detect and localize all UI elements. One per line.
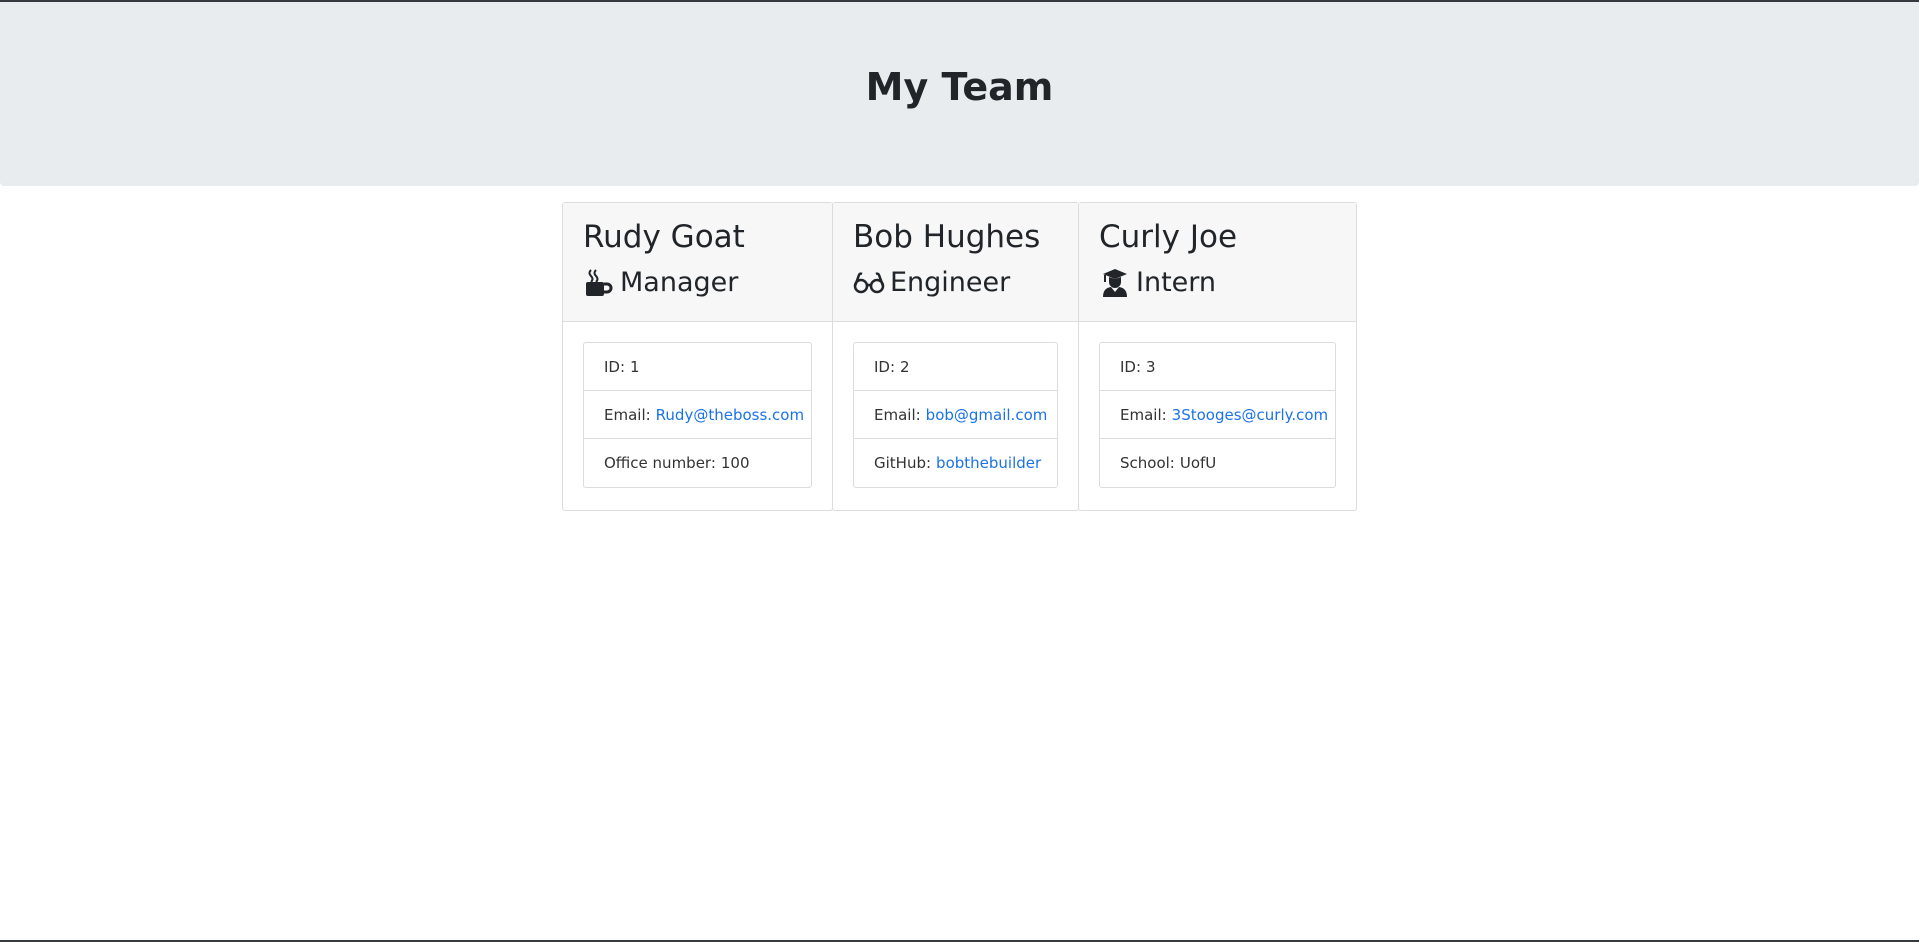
card-header: Curly Joe Intern [1079,203,1356,322]
graduate-icon [1099,268,1131,298]
coffee-icon [583,268,615,298]
email-label: Email: [1120,405,1167,424]
card-body: ID: 2 Email: bob@gmail.com GitHub: bobth… [833,322,1078,508]
employee-name: Bob Hughes [853,219,1041,255]
email-link[interactable]: Rudy@theboss.com [656,406,804,424]
office-label: Office number: [604,454,716,472]
email-label: Email: [604,405,651,424]
employee-name: Curly Joe [1099,219,1238,255]
card-header: Bob Hughes Engineer [833,203,1078,322]
list-item-office: Office number: 100 [584,439,811,487]
id-value: 1 [630,357,640,376]
office-value: 100 [720,454,750,472]
id-label: ID: [874,357,896,376]
email-label: Email: [874,405,921,424]
employee-role: Engineer [853,265,1058,301]
list-item-id: ID: 3 [1100,343,1335,391]
id-label: ID: [1120,357,1142,376]
list-item-id: ID: 2 [854,343,1057,391]
info-list: ID: 2 Email: bob@gmail.com GitHub: bobth… [853,342,1058,488]
card-body: ID: 1 Email: Rudy@theboss.com Office num… [563,322,832,508]
id-value: 3 [1146,357,1156,376]
school-value: UofU [1179,454,1217,472]
list-item-email: Email: bob@gmail.com [854,391,1057,439]
card-header: Rudy Goat Manager [563,203,832,322]
employee-card-manager: Rudy Goat Manager ID: 1 Email: Rudy@theb… [562,202,833,511]
info-list: ID: 1 Email: Rudy@theboss.com Office num… [583,342,812,488]
role-label: Intern [1136,267,1217,298]
id-label: ID: [604,357,626,376]
list-item-id: ID: 1 [584,343,811,391]
role-label: Engineer [890,267,1011,298]
school-label: School: [1120,454,1175,472]
list-item-email: Email: Rudy@theboss.com [584,391,811,439]
page-title: My Team [865,65,1054,109]
info-list: ID: 3 Email: 3Stooges@curly.com School: … [1099,342,1336,488]
list-item-email: Email: 3Stooges@curly.com [1100,391,1335,439]
github-link[interactable]: bobthebuilder [936,454,1041,472]
page-header: My Team [0,2,1919,186]
id-value: 2 [900,357,910,376]
list-item-school: School: UofU [1100,439,1335,487]
github-label: GitHub: [874,454,932,472]
employee-role: Manager [583,265,812,301]
card-body: ID: 3 Email: 3Stooges@curly.com School: … [1079,322,1356,508]
glasses-icon [853,268,885,298]
employee-name: Rudy Goat [583,219,745,255]
role-label: Manager [620,267,739,298]
email-link[interactable]: bob@gmail.com [926,406,1048,424]
employee-card-engineer: Bob Hughes Engineer ID: 2 Email: bob@gma… [832,202,1079,511]
employee-role: Intern [1099,265,1336,301]
list-item-github: GitHub: bobthebuilder [854,439,1057,487]
email-link[interactable]: 3Stooges@curly.com [1172,406,1329,424]
employee-card-intern: Curly Joe Intern ID: 3 Email: 3Stooges@c… [1078,202,1357,511]
